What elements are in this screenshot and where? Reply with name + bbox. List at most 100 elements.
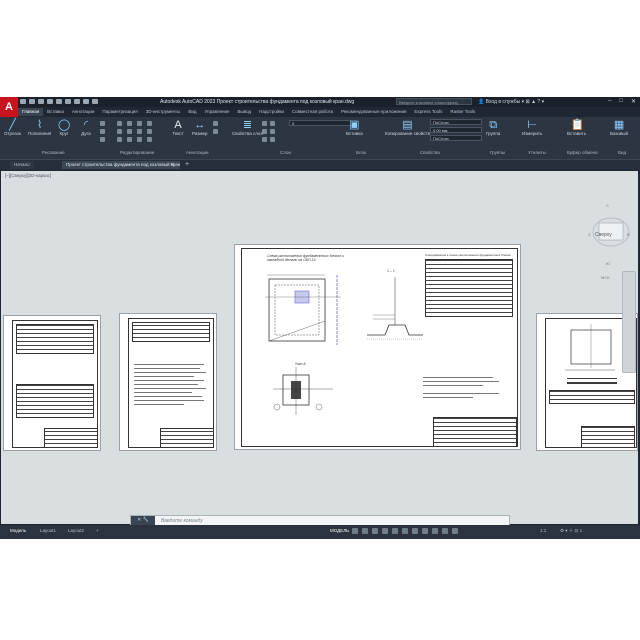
ribbon-tab-0[interactable]: Главная <box>18 108 44 116</box>
layer-match-icon[interactable] <box>270 137 275 142</box>
panel-title-clipboard[interactable]: Буфер обмена <box>567 150 598 155</box>
new-file-icon[interactable] <box>20 99 26 104</box>
panel-title-view[interactable]: Вид <box>618 150 626 155</box>
grid-icon[interactable] <box>352 528 358 534</box>
panel-title-properties[interactable]: Свойства <box>420 150 440 155</box>
arc-tool[interactable]: ◜ Дуга <box>80 119 92 136</box>
text-tool[interactable]: A Текст <box>172 119 184 136</box>
share-icon[interactable] <box>92 99 98 104</box>
panel-title-layers[interactable]: Слои <box>280 150 291 155</box>
paste-button[interactable]: 📋 Вставить <box>567 119 586 136</box>
model-space-toggle[interactable]: МОДЕЛЬ <box>330 528 349 533</box>
isodraft-icon[interactable] <box>392 528 398 534</box>
annotation-visibility-icon[interactable] <box>442 528 448 534</box>
insert-block-button[interactable]: ▣ Вставка <box>346 119 363 136</box>
move-icon[interactable] <box>117 121 122 126</box>
circle-tool[interactable]: ◯ Круг <box>58 119 70 136</box>
navcube-south[interactable]: Ю <box>606 261 610 266</box>
snap-icon[interactable] <box>362 528 368 534</box>
dimension-tool[interactable]: ↔ Размер <box>192 119 207 136</box>
sign-in-button[interactable]: 👤 Вход в службы ▾ ⊠ ▲ ? ▾ <box>478 99 544 105</box>
save-as-icon[interactable] <box>47 99 53 104</box>
panel-title-block[interactable]: Блок <box>356 150 366 155</box>
stretch-icon[interactable] <box>117 137 122 142</box>
hatch-icon[interactable] <box>100 129 105 134</box>
save-icon[interactable] <box>38 99 44 104</box>
leader-icon[interactable] <box>213 121 218 126</box>
navigation-bar[interactable] <box>622 271 636 373</box>
annotation-scale[interactable]: 1:1 <box>540 528 546 533</box>
ortho-icon[interactable] <box>372 528 378 534</box>
match-properties-button[interactable]: ▤ Копирование свойств <box>385 119 430 136</box>
color-combo[interactable]: ПоСлою <box>430 119 482 125</box>
doc-tab-start[interactable]: Начало <box>10 161 34 169</box>
polyline-tool[interactable]: ⌇ Полилиния <box>28 119 51 136</box>
ribbon-tab-4[interactable]: 3D-инструменты <box>142 108 185 116</box>
panel-title-groups[interactable]: Группы <box>490 150 505 155</box>
ribbon-tab-1[interactable]: Вставка <box>43 108 68 116</box>
viewport-controls[interactable]: [–][Сверху][2D-каркас] <box>5 173 51 178</box>
open-file-icon[interactable] <box>29 99 35 104</box>
undo-icon[interactable] <box>74 99 80 104</box>
ribbon-tab-7[interactable]: Вывод <box>234 108 256 116</box>
ribbon-tab-2[interactable]: Аннотации <box>68 108 99 116</box>
drawing-canvas[interactable]: [–][Сверху][2D-каркас] Схема расположени… <box>1 171 638 524</box>
line-tool[interactable]: ╱ Отрезок <box>4 119 21 136</box>
web-mobile-icon[interactable] <box>56 99 62 104</box>
panel-title-annotation[interactable]: Аннотации <box>186 150 209 155</box>
table-icon[interactable] <box>213 129 218 134</box>
lineweight-combo[interactable]: 0.00 мм <box>430 127 482 133</box>
maximize-icon[interactable]: □ <box>619 98 623 105</box>
explode-icon[interactable] <box>147 129 152 134</box>
layer-on-icon[interactable] <box>262 121 267 126</box>
panel-title-utilities[interactable]: Утилиты <box>528 150 546 155</box>
layer-freeze-icon[interactable] <box>270 121 275 126</box>
ellipse-icon[interactable] <box>100 137 105 142</box>
scale-icon[interactable] <box>127 137 132 142</box>
close-icon[interactable]: ✕ <box>631 98 636 105</box>
lineweight-icon[interactable] <box>412 528 418 534</box>
measure-button[interactable]: ⊢ Измерить <box>522 119 542 136</box>
fillet-icon[interactable] <box>137 129 142 134</box>
layout-tab-2[interactable]: Layout2 <box>68 528 84 533</box>
navcube-west[interactable]: З <box>588 232 590 237</box>
panel-title-draw[interactable]: Рисование <box>42 150 65 155</box>
ribbon-tab-8[interactable]: Надстройки <box>255 108 288 116</box>
layer-properties-button[interactable]: ≣ Свойства слоя <box>232 119 263 136</box>
panel-title-modify[interactable]: Редактирование <box>120 150 154 155</box>
base-view-button[interactable]: ▦ Базовый <box>610 119 628 136</box>
navcube-north[interactable]: С <box>606 203 609 208</box>
rotate-icon[interactable] <box>127 121 132 126</box>
wcs-menu[interactable]: МСК <box>601 275 610 280</box>
offset-icon[interactable] <box>147 137 152 142</box>
command-options-button[interactable]: ✕ 🔧 <box>131 516 155 525</box>
ribbon-tab-12[interactable]: Raster Tools <box>446 108 479 116</box>
redo-icon[interactable] <box>83 99 89 104</box>
autoscale-icon[interactable] <box>452 528 458 534</box>
mirror-icon[interactable] <box>127 129 132 134</box>
layer-iso-icon[interactable] <box>262 137 267 142</box>
group-button[interactable]: ⧉ Группа <box>486 119 500 136</box>
ribbon-tab-10[interactable]: Рекомендованные приложения <box>337 108 410 116</box>
layer-color-icon[interactable] <box>270 129 275 134</box>
polar-icon[interactable] <box>382 528 388 534</box>
layout-tab-model[interactable]: Модель <box>10 528 26 533</box>
ribbon-tab-3[interactable]: Параметризация <box>98 108 141 116</box>
print-icon[interactable] <box>65 99 71 104</box>
array-icon[interactable] <box>137 137 142 142</box>
ribbon-tab-5[interactable]: Вид <box>184 108 200 116</box>
autocad-logo-icon[interactable]: A <box>0 97 18 117</box>
new-tab-icon[interactable]: + <box>185 161 189 168</box>
selection-cycling-icon[interactable] <box>432 528 438 534</box>
workspace-gear-icon[interactable]: ⚙ ▾ ＋ ⊡ ≡ <box>560 528 582 534</box>
transparency-icon[interactable] <box>422 528 428 534</box>
navcube-east[interactable]: В <box>627 232 630 237</box>
navcube-face-top[interactable]: Сверху <box>595 232 612 238</box>
ribbon-tab-9[interactable]: Совместная работа <box>288 108 337 116</box>
layout-tab-1[interactable]: Layout1 <box>40 528 56 533</box>
add-layout-icon[interactable]: + <box>96 528 99 533</box>
erase-icon[interactable] <box>147 121 152 126</box>
linetype-combo[interactable]: ПоСлою <box>430 135 482 141</box>
rectangle-icon[interactable] <box>100 121 105 126</box>
ribbon-tab-11[interactable]: Express Tools <box>410 108 446 116</box>
